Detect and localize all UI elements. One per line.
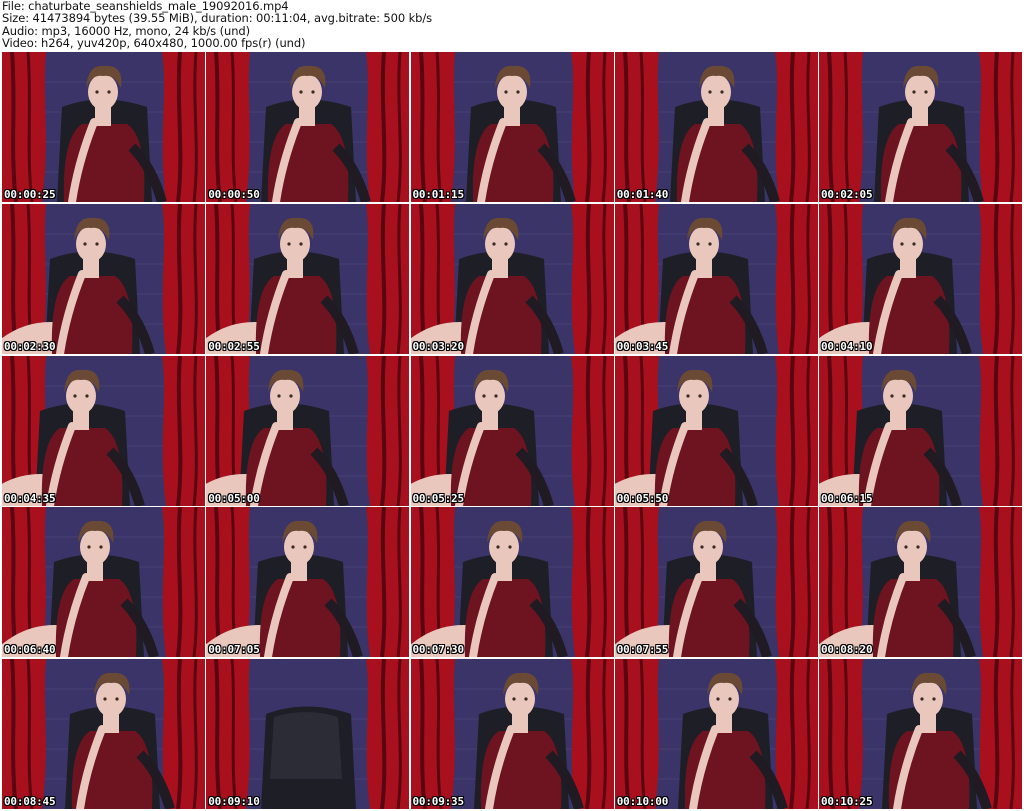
thumbnail-frame: 00:09:10 — [206, 659, 410, 809]
timestamp-label: 00:09:10 — [208, 795, 260, 808]
thumbnail-frame: 00:09:35 — [410, 659, 614, 809]
thumbnail-image — [614, 507, 818, 658]
thumbnail-frame: 00:02:05 — [819, 52, 1022, 202]
timestamp-label: 00:04:35 — [4, 491, 56, 505]
thumbnail-image — [819, 659, 1022, 809]
thumbnail-image — [819, 507, 1022, 658]
thumbnail-image — [819, 52, 1022, 202]
timestamp-label: 00:07:30 — [412, 643, 465, 657]
timestamp-label: 00:06:15 — [821, 491, 873, 505]
timestamp-label: 00:06:40 — [4, 643, 56, 657]
thumbnail-frame: 00:10:25 — [819, 659, 1022, 809]
timestamp-label: 00:10:25 — [821, 795, 873, 808]
thumbnail-frame: 00:05:50 — [614, 355, 818, 506]
timestamp-label: 00:02:05 — [821, 188, 873, 201]
thumbnail-frame: 00:02:30 — [2, 203, 205, 354]
timestamp-label: 00:08:20 — [821, 643, 873, 657]
thumbnail-image — [614, 203, 818, 354]
timestamp-label: 00:04:10 — [821, 339, 873, 353]
thumbnail-image — [2, 203, 205, 354]
thumbnail-frame: 00:00:25 — [2, 52, 205, 202]
timestamp-label: 00:05:25 — [412, 491, 465, 505]
timestamp-label: 00:03:45 — [616, 339, 669, 353]
thumbnail-image — [206, 507, 410, 658]
thumbnail-image — [2, 355, 205, 506]
file-info-header: File: chaturbate_seanshields_male_190920… — [0, 0, 1024, 50]
thumbnail-frame: 00:02:55 — [206, 203, 410, 354]
thumbnail-image — [614, 355, 818, 506]
thumbnail-frame: 00:08:45 — [2, 659, 205, 809]
timestamp-label: 00:01:40 — [616, 188, 669, 201]
thumbnail-frame: 00:08:20 — [819, 507, 1022, 658]
timestamp-label: 00:08:45 — [4, 795, 56, 808]
video-info-line: Video: h264, yuv420p, 640x480, 1000.00 f… — [2, 36, 306, 51]
thumbnail-frame: 00:07:30 — [410, 507, 614, 658]
thumbnail-image — [819, 355, 1022, 506]
thumbnail-image — [2, 507, 205, 658]
thumbnail-image — [206, 355, 410, 506]
thumbnail-frame: 00:05:25 — [410, 355, 614, 506]
thumbnail-image — [206, 659, 410, 809]
timestamp-label: 00:05:50 — [616, 491, 669, 505]
thumbnail-frame: 00:01:15 — [410, 52, 614, 202]
thumbnail-frame: 00:04:10 — [819, 203, 1022, 354]
timestamp-label: 00:03:20 — [412, 339, 465, 353]
thumbnail-image — [410, 507, 614, 658]
thumbnail-frame: 00:01:40 — [614, 52, 818, 202]
thumbnail-frame: 00:07:05 — [206, 507, 410, 658]
timestamp-label: 00:10:00 — [616, 795, 669, 808]
timestamp-label: 00:01:15 — [412, 188, 465, 201]
timestamp-label: 00:02:30 — [4, 339, 56, 353]
thumbnail-grid: 00:00:25 00:00:50 00:01:15 00:01:40 00:02:05… — [2, 52, 1022, 809]
thumbnail-frame: 00:00:50 — [206, 52, 410, 202]
thumbnail-image — [410, 203, 614, 354]
thumbnail-frame: 00:05:00 — [206, 355, 410, 506]
thumbnail-frame: 00:10:00 — [614, 659, 818, 809]
thumbnail-image — [2, 659, 205, 809]
thumbnail-frame: 00:06:40 — [2, 507, 205, 658]
thumbnail-image — [2, 52, 205, 202]
timestamp-label: 00:02:55 — [208, 339, 260, 353]
thumbnail-image — [614, 52, 818, 202]
thumbnail-image — [819, 203, 1022, 354]
timestamp-label: 00:00:50 — [208, 188, 260, 201]
timestamp-label: 00:07:55 — [616, 643, 669, 657]
timestamp-label: 00:05:00 — [208, 491, 260, 505]
thumbnail-image — [410, 659, 614, 809]
thumbnail-frame: 00:03:20 — [410, 203, 614, 354]
thumbnail-image — [614, 659, 818, 809]
thumbnail-frame: 00:07:55 — [614, 507, 818, 658]
timestamp-label: 00:09:35 — [412, 795, 465, 808]
timestamp-label: 00:00:25 — [4, 188, 56, 201]
thumbnail-frame: 00:06:15 — [819, 355, 1022, 506]
file-size-line: Size: 41473894 bytes (39.55 MiB), durati… — [2, 11, 433, 26]
thumbnail-image — [410, 52, 614, 202]
thumbnail-image — [410, 355, 614, 506]
thumbnail-frame: 00:04:35 — [2, 355, 205, 506]
timestamp-label: 00:07:05 — [208, 643, 260, 657]
thumbnail-frame: 00:03:45 — [614, 203, 818, 354]
thumbnail-image — [206, 52, 410, 202]
thumbnail-image — [206, 203, 410, 354]
